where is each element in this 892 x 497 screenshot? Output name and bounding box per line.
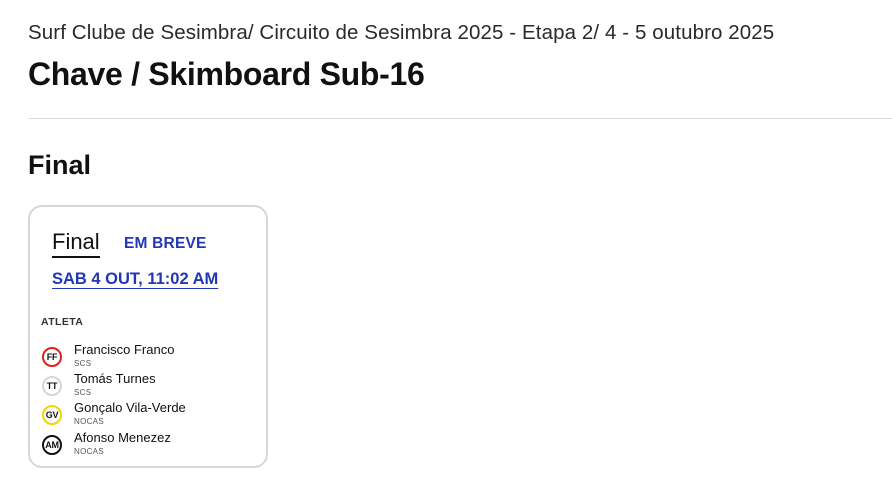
athlete-row[interactable]: TT Tomás Turnes SCS bbox=[41, 371, 261, 399]
heat-name[interactable]: Final bbox=[52, 229, 100, 258]
athlete-row[interactable]: AM Afonso Menezez NOCAS bbox=[41, 430, 261, 458]
athlete-club: NOCAS bbox=[74, 417, 104, 426]
athlete-name: Tomás Turnes bbox=[74, 371, 156, 386]
athlete-name: Afonso Menezez bbox=[74, 430, 171, 445]
athlete-row[interactable]: GV Gonçalo Vila-Verde NOCAS bbox=[41, 400, 261, 428]
page-title: Chave / Skimboard Sub-16 bbox=[28, 56, 425, 92]
athlete-club: SCS bbox=[74, 359, 92, 368]
status-badge: EM BREVE bbox=[124, 235, 207, 252]
avatar: AM bbox=[42, 435, 62, 455]
athlete-club: NOCAS bbox=[74, 447, 104, 456]
athlete-club: SCS bbox=[74, 388, 92, 397]
avatar: FF bbox=[42, 347, 62, 367]
round-title: Final bbox=[28, 150, 92, 180]
avatar: TT bbox=[42, 376, 62, 396]
header-divider bbox=[28, 118, 892, 119]
heat-datetime-link[interactable]: SAB 4 OUT, 11:02 AM bbox=[52, 270, 218, 289]
athlete-name: Gonçalo Vila-Verde bbox=[74, 400, 186, 415]
athlete-column-header: ATLETA bbox=[41, 316, 84, 328]
athlete-row[interactable]: FF Francisco Franco SCS bbox=[41, 342, 261, 370]
event-subtitle: Surf Clube de Sesimbra/ Circuito de Sesi… bbox=[28, 21, 775, 44]
heat-card[interactable]: Final EM BREVE SAB 4 OUT, 11:02 AM ATLET… bbox=[28, 205, 268, 468]
athlete-name: Francisco Franco bbox=[74, 342, 175, 357]
avatar: GV bbox=[42, 405, 62, 425]
